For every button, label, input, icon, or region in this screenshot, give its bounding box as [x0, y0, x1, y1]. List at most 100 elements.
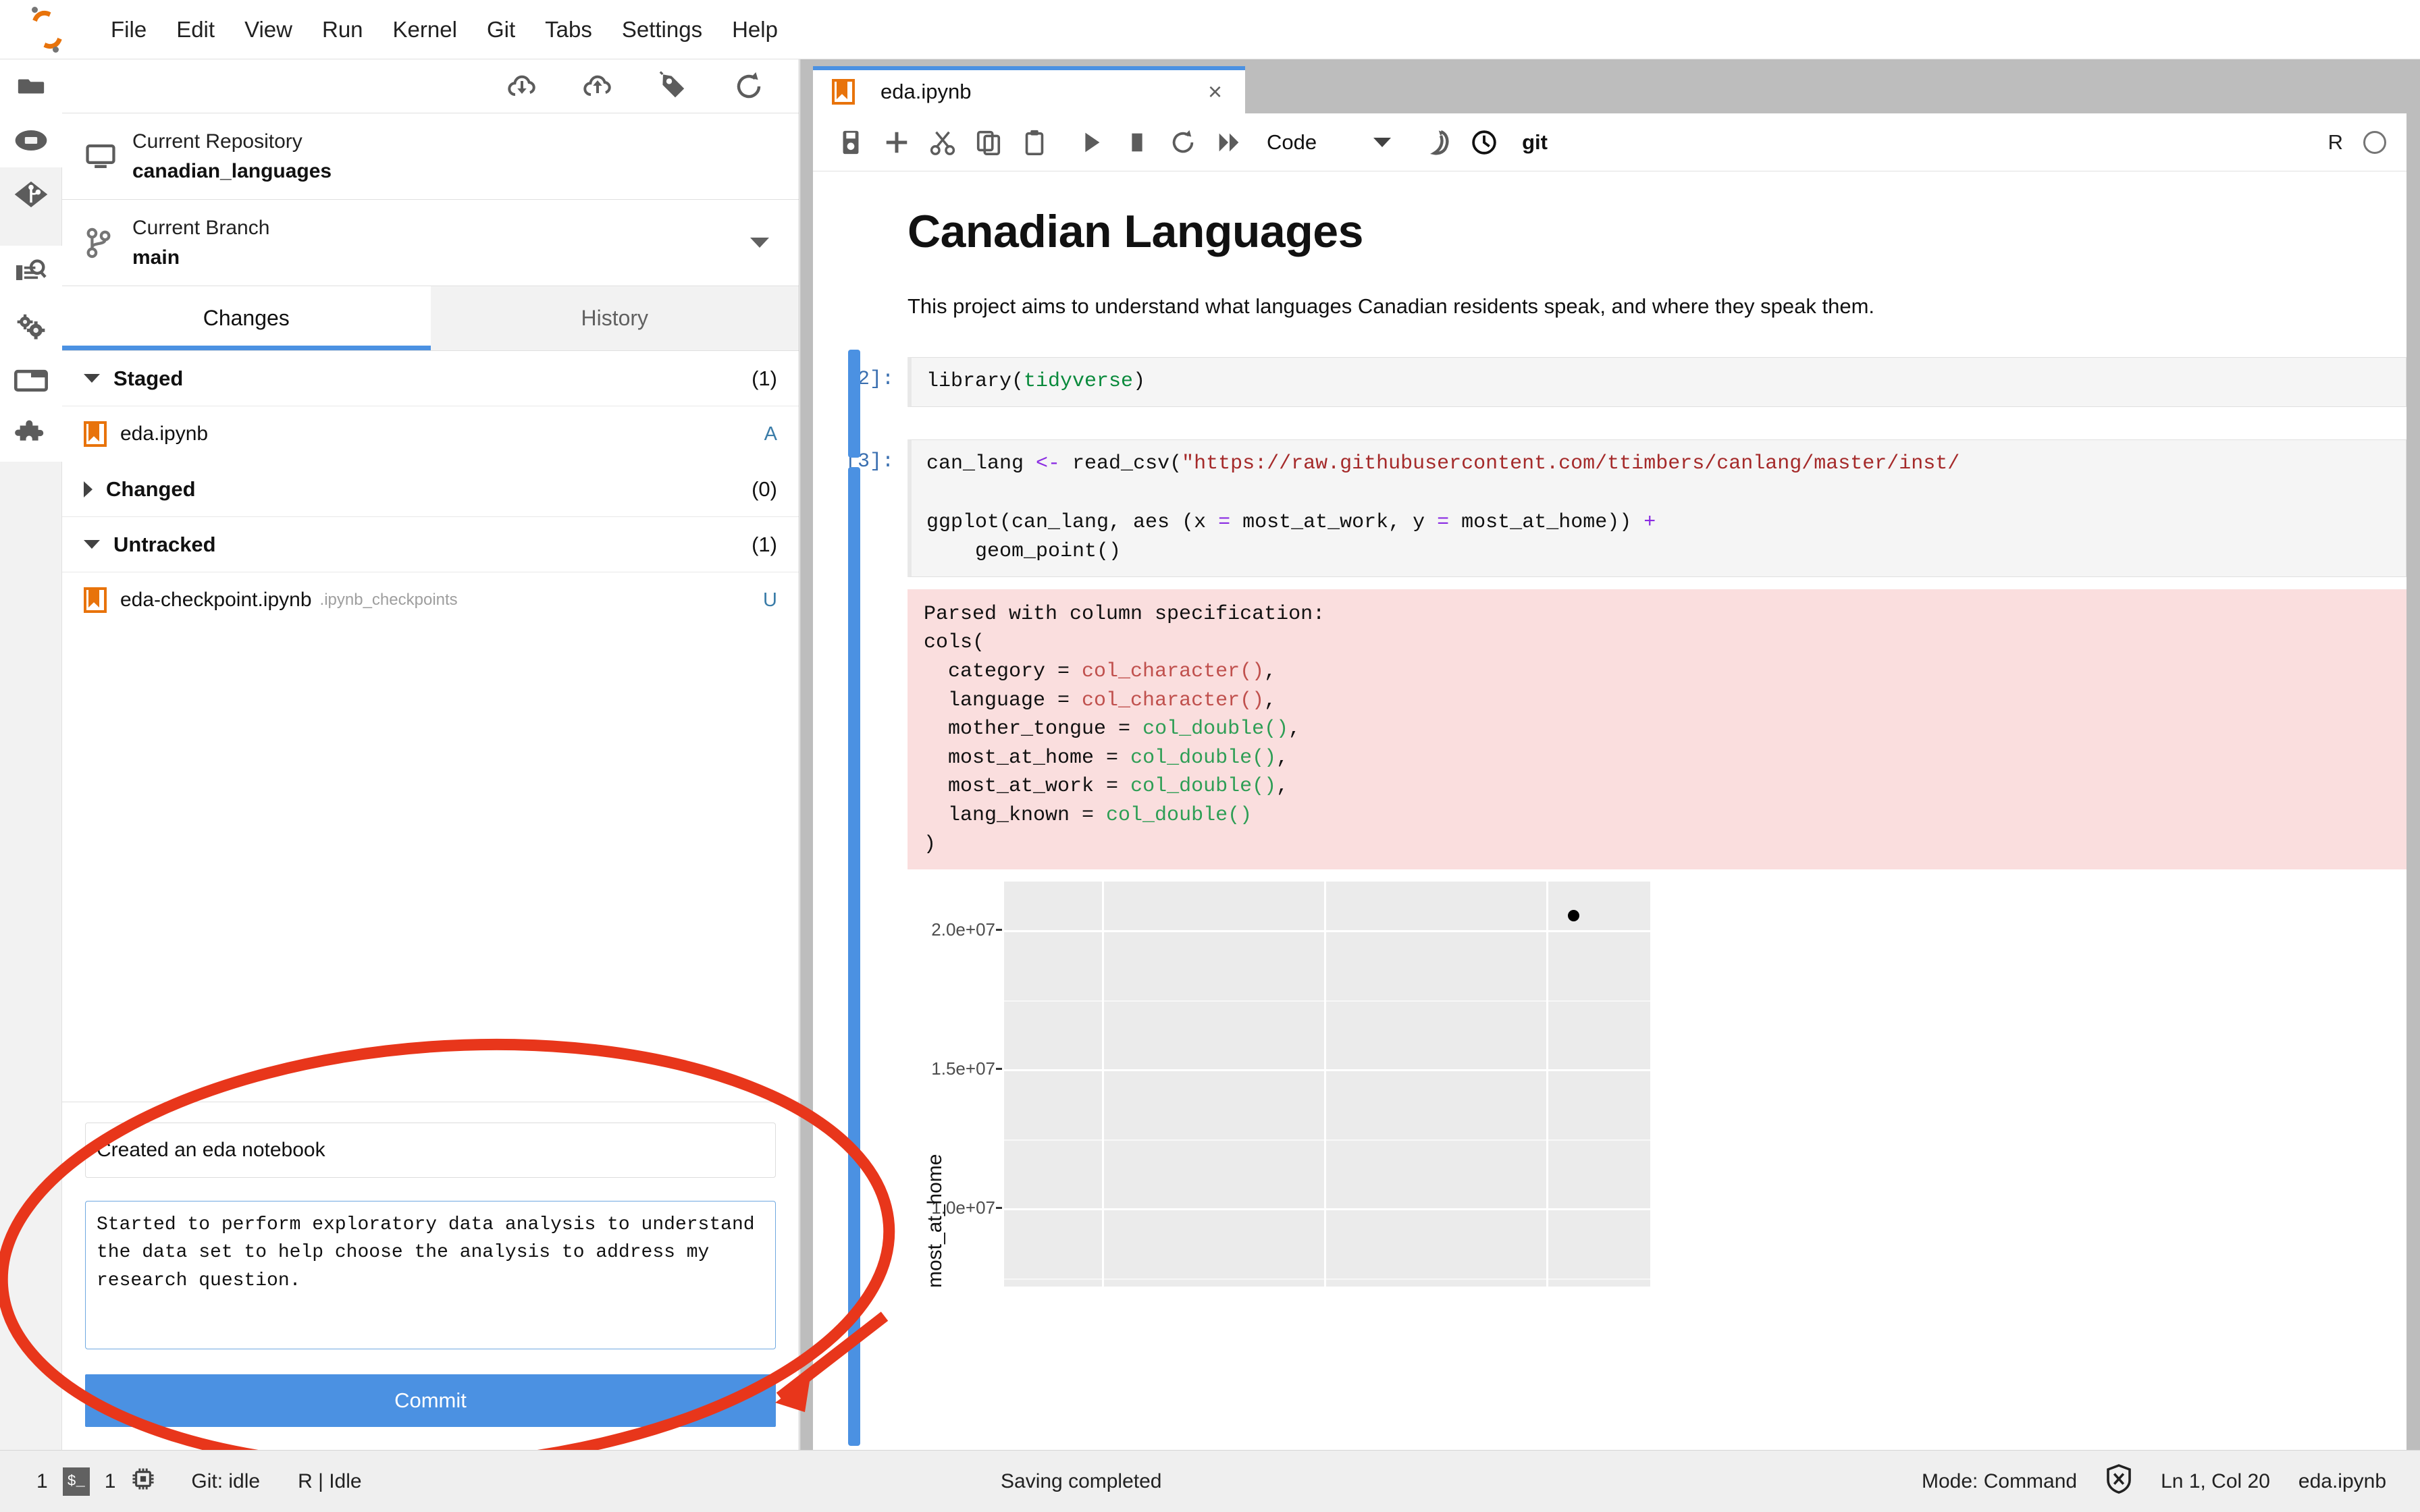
git-tabs: Changes History — [62, 286, 799, 351]
list-item[interactable]: eda.ipynb A — [62, 406, 799, 462]
paste-button[interactable] — [1011, 119, 1057, 165]
cpu-icon[interactable] — [130, 1466, 156, 1497]
tab-label: eda.ipynb — [880, 80, 1204, 104]
menu-git[interactable]: Git — [472, 11, 530, 47]
section-staged-label: Staged — [113, 367, 752, 391]
repository-icon — [85, 142, 132, 171]
sidebar-item-property-inspector[interactable] — [0, 300, 62, 354]
sidebar-item-extension-manager[interactable] — [0, 408, 62, 462]
section-header-untracked[interactable]: Untracked (1) — [62, 517, 799, 572]
list-item[interactable]: eda-checkpoint.ipynb .ipynb_checkpoints … — [62, 572, 799, 628]
jupyterlab-window: File Edit View Run Kernel Git Tabs Setti… — [0, 0, 2420, 1512]
sidebar-item-open-tabs[interactable] — [0, 354, 62, 408]
push-button[interactable] — [581, 70, 614, 103]
section-header-staged[interactable]: Staged (1) — [62, 351, 799, 406]
terminal-icon[interactable]: $_ — [63, 1467, 90, 1496]
stop-button[interactable] — [1114, 119, 1160, 165]
commit-description-input[interactable]: Started to perform exploratory data anal… — [85, 1201, 776, 1349]
revert-button[interactable] — [1415, 119, 1461, 165]
menu-file[interactable]: File — [96, 11, 161, 47]
branch-dropdown-chevron-down-icon[interactable] — [750, 238, 769, 248]
pull-button[interactable] — [506, 70, 538, 103]
tab-changes[interactable]: Changes — [62, 286, 431, 350]
current-repository-row[interactable]: Current Repository canadian_languages — [62, 113, 799, 200]
code-editor[interactable]: library(tidyverse) — [908, 357, 2406, 407]
file-name: eda.ipynb — [120, 423, 208, 446]
commit-area: Started to perform exploratory data anal… — [62, 1102, 799, 1450]
chevron-down-icon — [1373, 138, 1391, 147]
code-line-3: ggplot(can_lang, aes (x = most_at_work, … — [926, 511, 1656, 534]
menu-kernel[interactable]: Kernel — [378, 11, 472, 47]
notebook-panel: Code git R — [813, 113, 2406, 1450]
git-status-label[interactable]: Git: idle — [191, 1470, 260, 1493]
insert-cell-button[interactable] — [874, 119, 920, 165]
y-tick-label-2: 1.5e+07 — [931, 1058, 995, 1079]
data-point — [1568, 910, 1579, 921]
branch-icon — [85, 227, 132, 259]
notebook-icon — [84, 587, 107, 613]
history-button[interactable] — [1461, 119, 1507, 165]
main-area: eda.ipynb × — [800, 59, 2420, 1450]
mode-label: Mode: Command — [1922, 1470, 2077, 1493]
sidebar-item-git[interactable] — [0, 167, 62, 221]
cell-type-select[interactable]: Code — [1267, 122, 1391, 163]
list-search-icon — [15, 258, 47, 288]
menu-view[interactable]: View — [230, 11, 307, 47]
copy-button[interactable] — [966, 119, 1011, 165]
commit-button[interactable]: Commit — [85, 1374, 776, 1427]
code-line-1: can_lang <- read_csv("https://raw.github… — [926, 452, 1959, 475]
notebook-toolbar: Code git R — [813, 113, 2406, 171]
cell-selection-bar — [848, 350, 860, 458]
git-diamond-icon — [14, 180, 49, 209]
menu-help[interactable]: Help — [717, 11, 793, 47]
restart-button[interactable] — [1160, 119, 1206, 165]
markdown-cell[interactable]: Canadian Languages This project aims to … — [813, 205, 2406, 321]
code-cell-2[interactable]: [2]: library(tidyverse) — [813, 357, 2406, 407]
gears-icon — [14, 312, 48, 342]
sidebar-item-command-palette[interactable] — [0, 246, 62, 300]
tag-button[interactable] — [657, 70, 689, 103]
kernel-indicator-group: R — [2328, 130, 2406, 155]
sidebar-item-file-browser[interactable] — [0, 59, 62, 113]
tab-eda-notebook[interactable]: eda.ipynb × — [813, 66, 1245, 113]
notebook-icon — [84, 421, 107, 447]
section-staged-count: (1) — [752, 367, 777, 391]
cell-output-plot: 2.0e+07 1.5e+07 1.0e+07 most_at_home — [908, 869, 2406, 1288]
code-editor[interactable]: can_lang <- read_csv("https://raw.github… — [908, 439, 2406, 577]
intro-paragraph: This project aims to understand what lan… — [908, 292, 2366, 321]
section-untracked-label: Untracked — [113, 533, 752, 557]
kernel-name-label[interactable]: R — [2328, 130, 2343, 155]
close-icon[interactable]: × — [1204, 80, 1226, 104]
save-button[interactable] — [828, 119, 874, 165]
menu-tabs[interactable]: Tabs — [530, 11, 607, 47]
plot-panel — [1002, 882, 1650, 1287]
tab-history[interactable]: History — [431, 286, 799, 350]
cell-prompt — [813, 589, 908, 869]
git-panel-toolbar — [62, 59, 799, 113]
section-changed-count: (0) — [752, 477, 777, 502]
chevron-down-icon — [84, 540, 100, 549]
refresh-button[interactable] — [733, 70, 765, 103]
menu-edit[interactable]: Edit — [161, 11, 230, 47]
y-axis-label: most_at_home — [924, 1154, 947, 1288]
cell-selection-bar-active — [848, 467, 860, 1446]
kernel-status-label[interactable]: R | Idle — [298, 1470, 362, 1493]
restart-run-all-button[interactable] — [1206, 119, 1252, 165]
sidebar-item-running-kernels[interactable] — [0, 113, 62, 167]
current-branch-value: main — [132, 243, 750, 273]
kernel-status-idle-icon[interactable] — [2363, 131, 2386, 154]
menu-run[interactable]: Run — [307, 11, 378, 47]
code-cell-3[interactable]: [3]: can_lang <- read_csv("https://raw.g… — [813, 439, 2406, 577]
current-branch-row[interactable]: Current Branch main — [62, 200, 799, 286]
tab-changes-label: Changes — [203, 306, 290, 331]
commit-summary-input[interactable] — [85, 1123, 776, 1178]
run-button[interactable] — [1068, 119, 1114, 165]
cell-prompt: [2]: — [813, 357, 908, 407]
cut-button[interactable] — [920, 119, 966, 165]
scatter-plot: 2.0e+07 1.5e+07 1.0e+07 most_at_home — [908, 869, 1671, 1288]
menu-settings[interactable]: Settings — [607, 11, 717, 47]
status-bar: 1 $_ 1 Git: idle R | Idle Saving complet… — [0, 1450, 2420, 1512]
section-header-changed[interactable]: Changed (0) — [62, 462, 799, 517]
shield-x-icon[interactable] — [2105, 1464, 2132, 1499]
git-toolbar-label: git — [1522, 130, 1548, 155]
